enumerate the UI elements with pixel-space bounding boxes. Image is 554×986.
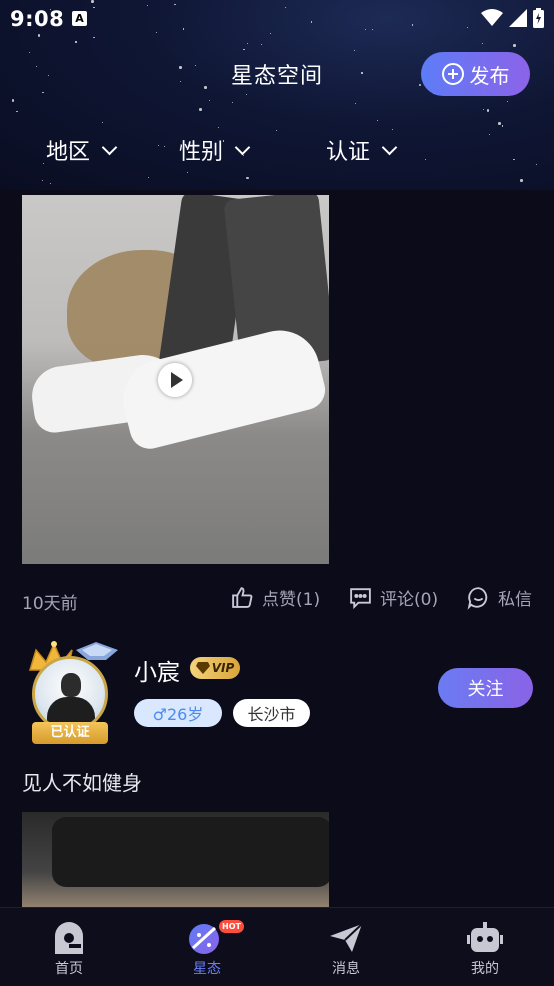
post-time: 10天前 bbox=[22, 594, 78, 614]
star bbox=[391, 129, 393, 131]
star bbox=[481, 42, 483, 44]
star bbox=[49, 183, 51, 185]
star bbox=[41, 179, 43, 182]
follow-button[interactable]: 关注 bbox=[438, 668, 533, 708]
username[interactable]: 小宸 bbox=[134, 653, 180, 687]
tab-profile-label: 我的 bbox=[471, 961, 499, 977]
tab-messages[interactable]: 消息 bbox=[277, 908, 415, 986]
star bbox=[28, 51, 31, 53]
avatar-wrapper[interactable]: 已认证 bbox=[22, 640, 134, 752]
star bbox=[246, 176, 249, 180]
chat-bubble-icon bbox=[467, 587, 488, 610]
post-meta-row: 10天前 点赞(1) 评论(0) 私信 bbox=[0, 585, 554, 615]
filter-gender-label: 性别 bbox=[179, 140, 224, 165]
city-tag: 长沙市 bbox=[233, 699, 310, 727]
play-icon[interactable] bbox=[158, 363, 192, 397]
avatar bbox=[32, 656, 108, 732]
status-time: 9:08 bbox=[10, 7, 65, 31]
star bbox=[245, 93, 247, 95]
star bbox=[147, 176, 149, 179]
tab-planet[interactable]: HOT 星态 bbox=[138, 908, 276, 986]
star bbox=[101, 121, 104, 123]
tab-planet-label: 星态 bbox=[193, 961, 221, 977]
star bbox=[275, 130, 277, 132]
tab-profile[interactable]: 我的 bbox=[416, 908, 554, 986]
filter-region[interactable]: 地区 bbox=[46, 134, 118, 166]
star bbox=[42, 92, 44, 94]
gender-age-tag: ♂26岁 bbox=[134, 699, 222, 727]
publish-button[interactable]: 发布 bbox=[421, 52, 530, 96]
notification-icon: A bbox=[72, 11, 87, 26]
wifi-icon bbox=[481, 9, 503, 26]
star bbox=[483, 108, 485, 110]
verified-badge: 已认证 bbox=[32, 722, 108, 744]
bottom-tab-bar: 首页 HOT 星态 消息 我的 bbox=[0, 907, 554, 986]
star bbox=[243, 48, 245, 51]
like-label: 点赞(1) bbox=[262, 590, 321, 610]
plus-circle-icon bbox=[441, 63, 464, 85]
private-message-button[interactable]: 私信 bbox=[466, 585, 532, 610]
star bbox=[520, 179, 523, 182]
star bbox=[11, 99, 15, 102]
comment-button[interactable]: 评论(0) bbox=[348, 585, 438, 610]
star bbox=[218, 126, 220, 129]
signal-icon bbox=[509, 9, 527, 27]
post-author-row: 已认证 小宸 VIP ♂26岁 长沙市 关注 bbox=[0, 640, 554, 750]
star bbox=[498, 122, 501, 125]
robot-icon bbox=[467, 922, 503, 952]
tab-home[interactable]: 首页 bbox=[0, 908, 138, 986]
home-icon bbox=[55, 922, 83, 954]
publish-label: 发布 bbox=[469, 63, 510, 88]
filter-bar: 地区 性别 认证 bbox=[0, 134, 554, 168]
avatar-person-head bbox=[61, 673, 81, 697]
star bbox=[260, 43, 262, 45]
star bbox=[187, 172, 189, 174]
star bbox=[506, 100, 508, 103]
filter-verification-label: 认证 bbox=[326, 140, 371, 165]
post-image[interactable] bbox=[22, 812, 329, 907]
filter-region-label: 地区 bbox=[46, 140, 91, 165]
filter-gender[interactable]: 性别 bbox=[179, 134, 251, 166]
comment-label: 评论(0) bbox=[380, 590, 439, 610]
roller-shape bbox=[52, 817, 329, 887]
status-icons bbox=[481, 8, 544, 28]
post-text: 见人不如健身 bbox=[22, 771, 142, 795]
paper-plane-icon bbox=[330, 923, 363, 952]
star bbox=[208, 99, 211, 102]
battery-icon bbox=[533, 8, 544, 28]
tab-home-label: 首页 bbox=[55, 961, 83, 977]
vip-badge: VIP bbox=[190, 657, 240, 679]
star bbox=[513, 44, 516, 47]
vip-label: VIP bbox=[211, 661, 235, 675]
post-video-thumbnail[interactable] bbox=[22, 195, 329, 564]
chevron-down-icon bbox=[381, 139, 398, 155]
feed[interactable]: 10天前 点赞(1) 评论(0) 私信 已认证 小宸 VIP ♂26岁 长沙市 … bbox=[0, 190, 554, 907]
star bbox=[486, 109, 490, 112]
comment-icon bbox=[350, 588, 371, 610]
hot-badge: HOT bbox=[219, 920, 244, 933]
star bbox=[502, 125, 504, 127]
diamond-icon bbox=[195, 662, 210, 674]
star bbox=[246, 43, 249, 45]
thumbs-up-icon bbox=[232, 587, 253, 608]
chevron-down-icon bbox=[101, 139, 118, 155]
tab-messages-label: 消息 bbox=[332, 961, 360, 977]
star bbox=[16, 111, 18, 113]
header: 9:08 A 星态空间 发布 地区 性别 认证 bbox=[0, 0, 554, 190]
message-label: 私信 bbox=[498, 590, 532, 610]
star bbox=[354, 49, 356, 51]
star bbox=[377, 119, 379, 121]
star bbox=[354, 102, 356, 104]
star bbox=[232, 101, 234, 103]
like-button[interactable]: 点赞(1) bbox=[230, 585, 320, 610]
filter-verification[interactable]: 认证 bbox=[326, 134, 398, 166]
chevron-down-icon bbox=[234, 139, 251, 155]
star bbox=[75, 41, 77, 43]
star bbox=[199, 108, 202, 111]
status-bar: 9:08 A bbox=[0, 0, 554, 38]
